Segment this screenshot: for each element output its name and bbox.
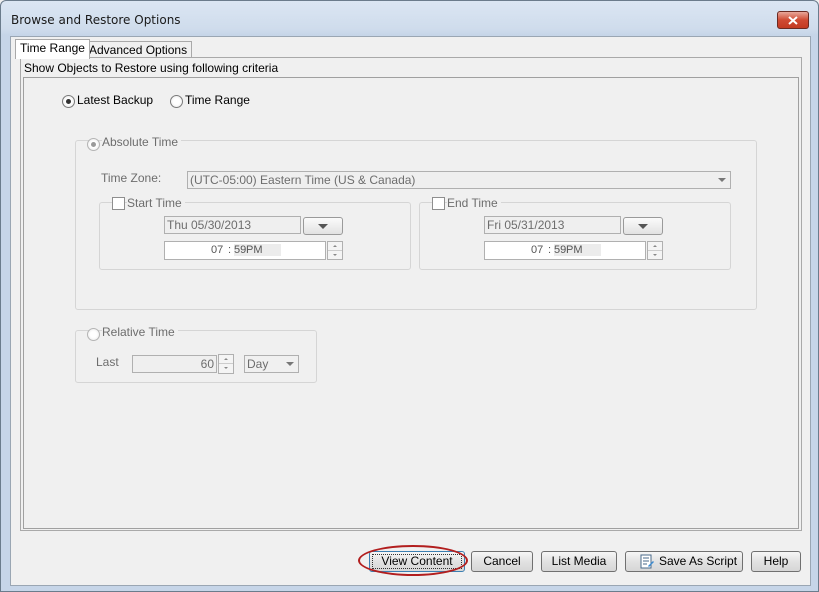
end-time-separator: : — [548, 244, 552, 256]
cancel-label: Cancel — [483, 554, 521, 568]
time-range-label[interactable]: Time Range — [185, 93, 250, 107]
chevron-down-icon — [318, 223, 328, 229]
chevron-down-icon — [283, 357, 297, 371]
start-time-label[interactable]: Start Time — [127, 196, 185, 210]
time-zone-label: Time Zone: — [101, 171, 162, 185]
end-time-label[interactable]: End Time — [447, 196, 501, 210]
end-date-dropdown-button[interactable] — [623, 217, 663, 235]
relative-time-radio[interactable] — [87, 328, 100, 341]
start-time-field[interactable]: 07 : 59 PM — [164, 241, 326, 260]
end-minute[interactable]: 59 — [554, 244, 567, 256]
spin-up-icon[interactable] — [648, 242, 662, 251]
list-media-label: List Media — [551, 554, 607, 568]
latest-backup-radio[interactable] — [62, 95, 75, 108]
list-media-button[interactable]: List Media — [541, 551, 617, 572]
end-date-field[interactable]: Fri 05/31/2013 — [484, 216, 621, 234]
close-icon — [788, 15, 798, 25]
criteria-label: Show Objects to Restore using following … — [24, 61, 279, 75]
latest-backup-label[interactable]: Latest Backup — [77, 93, 153, 107]
start-date-dropdown-button[interactable] — [303, 217, 343, 235]
relative-unit-select[interactable]: Day — [244, 355, 299, 373]
relative-value-field[interactable]: 60 — [132, 355, 217, 373]
absolute-time-label[interactable]: Absolute Time — [102, 135, 182, 149]
start-time-separator: : — [228, 244, 232, 256]
time-zone-value: (UTC-05:00) Eastern Time (US & Canada) — [190, 173, 416, 187]
end-time-checkbox[interactable] — [432, 197, 445, 210]
spin-up-icon[interactable] — [328, 242, 342, 251]
time-zone-select[interactable]: (UTC-05:00) Eastern Time (US & Canada) — [187, 171, 731, 189]
view-content-button[interactable]: View Content — [369, 551, 465, 572]
tab-label: Time Range — [20, 41, 85, 55]
spin-down-icon[interactable] — [328, 251, 342, 259]
spin-down-icon[interactable] — [648, 251, 662, 259]
save-as-script-button[interactable]: Save As Script — [625, 551, 743, 572]
dialog-window: Browse and Restore Options Time Range Ad… — [0, 0, 819, 592]
chevron-down-icon — [715, 173, 729, 187]
title-bar[interactable]: Browse and Restore Options — [1, 1, 818, 37]
end-hour[interactable]: 07 — [531, 244, 543, 256]
close-button[interactable] — [777, 11, 809, 29]
tab-label: Advanced Options — [89, 43, 188, 57]
start-minute[interactable]: 59 — [234, 244, 247, 256]
absolute-time-radio[interactable] — [87, 138, 100, 151]
end-time-field[interactable]: 07 : 59 PM — [484, 241, 646, 260]
time-range-radio[interactable] — [170, 95, 183, 108]
spin-up-icon[interactable] — [219, 355, 233, 364]
chevron-down-icon — [638, 223, 648, 229]
spin-down-icon[interactable] — [219, 364, 233, 372]
end-date-value: Fri 05/31/2013 — [487, 218, 565, 232]
criteria-box: Latest Backup Time Range Absolute Time T… — [23, 77, 799, 529]
time-range-panel: Show Objects to Restore using following … — [20, 57, 802, 531]
help-label: Help — [763, 554, 789, 568]
focus-rect — [372, 554, 462, 569]
save-as-script-label: Save As Script — [659, 554, 738, 568]
dialog-client-area: Time Range Advanced Options Show Objects… — [10, 36, 811, 586]
relative-unit-value: Day — [247, 357, 269, 371]
start-ampm[interactable]: PM — [246, 244, 281, 256]
start-date-field[interactable]: Thu 05/30/2013 — [164, 216, 301, 234]
end-time-spinner[interactable] — [647, 241, 663, 260]
window-title: Browse and Restore Options — [11, 13, 181, 27]
end-ampm[interactable]: PM — [566, 244, 601, 256]
script-icon — [640, 554, 654, 576]
help-button[interactable]: Help — [751, 551, 801, 572]
cancel-button[interactable]: Cancel — [471, 551, 533, 572]
last-label: Last — [96, 355, 119, 369]
start-hour[interactable]: 07 — [211, 244, 223, 256]
tab-time-range[interactable]: Time Range — [15, 39, 90, 59]
start-time-spinner[interactable] — [327, 241, 343, 260]
relative-time-label[interactable]: Relative Time — [102, 325, 178, 339]
relative-value-spinner[interactable] — [218, 354, 234, 374]
relative-value: 60 — [200, 357, 214, 371]
start-date-value: Thu 05/30/2013 — [167, 218, 252, 232]
start-time-checkbox[interactable] — [112, 197, 125, 210]
